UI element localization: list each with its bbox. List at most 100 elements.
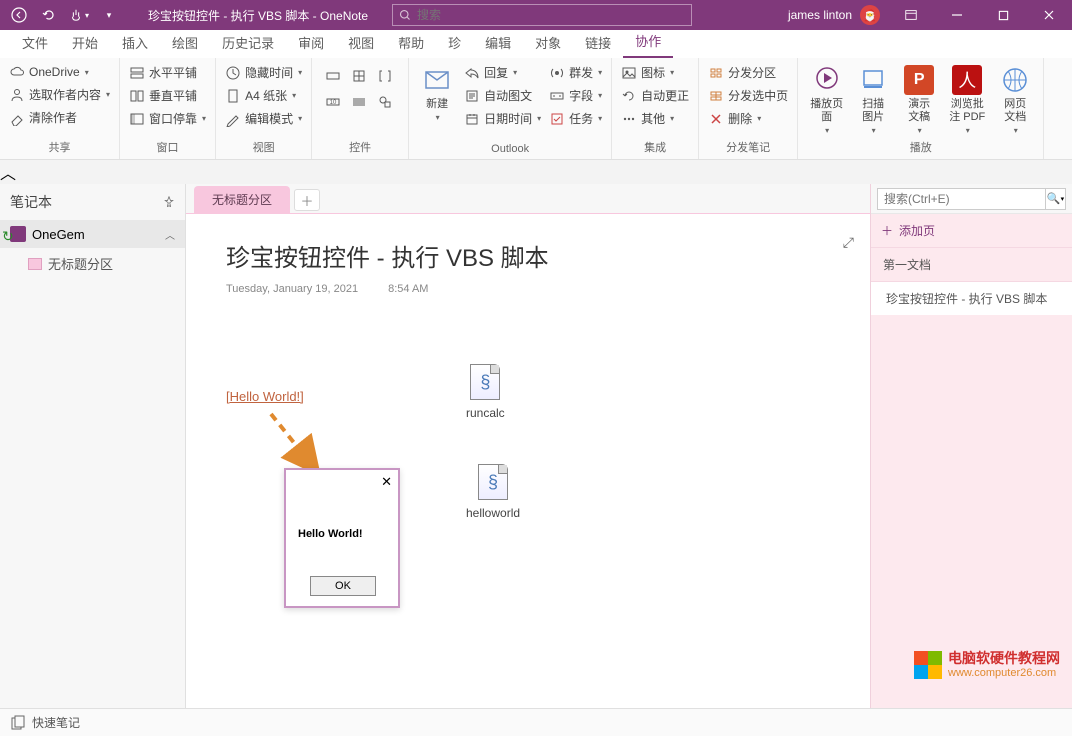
- ribbon-item[interactable]: 图标▾: [620, 62, 690, 83]
- counter-icon: 10: [325, 94, 341, 110]
- ribbon-big-ppt[interactable]: P演示文稿▾: [899, 62, 939, 137]
- touch-mode-button[interactable]: ▾: [66, 2, 92, 28]
- notebook-label: OneGem: [32, 227, 85, 242]
- ribbon-tab[interactable]: 帮助: [386, 28, 436, 58]
- ribbon-item[interactable]: A4 纸张▾: [224, 85, 303, 106]
- page-list-item-active[interactable]: 珍宝按钮控件 - 执行 VBS 脚本: [871, 282, 1072, 315]
- ribbon-big-scan[interactable]: 扫描图片▾: [853, 62, 893, 137]
- ribbon-control-field[interactable]: [324, 66, 344, 86]
- ribbon-item[interactable]: 隐藏时间▾: [224, 62, 303, 83]
- watermark-text1: 电脑软硬件教程网: [948, 650, 1060, 667]
- minimize-button[interactable]: [934, 0, 980, 30]
- ribbon-tab[interactable]: 对象: [523, 28, 573, 58]
- ribbon-tab[interactable]: 历史记录: [210, 28, 286, 58]
- ribbon-item[interactable]: OneDrive▾: [8, 62, 111, 82]
- ribbon-tab[interactable]: 插入: [110, 28, 160, 58]
- ribbon-item[interactable]: 任务▾: [548, 108, 603, 129]
- broadcast-icon: [549, 65, 565, 81]
- ribbon-big-pdf[interactable]: 人浏览批注 PDF▾: [945, 62, 989, 137]
- ribbon-tab[interactable]: 链接: [573, 28, 623, 58]
- quick-notes-label[interactable]: 快速笔记: [32, 714, 80, 731]
- section-item[interactable]: 无标题分区: [0, 248, 185, 279]
- ribbon-control-brackets[interactable]: [376, 66, 396, 86]
- ribbon-item[interactable]: 自动图文: [463, 85, 542, 106]
- popup-message: Hello World!: [298, 528, 363, 540]
- ribbon-item[interactable]: 自动更正: [620, 85, 690, 106]
- add-page-label: 添加页: [899, 222, 935, 239]
- ribbon-tab[interactable]: 视图: [336, 28, 386, 58]
- hello-world-link[interactable]: [Hello World!]: [226, 389, 304, 404]
- watermark-text2: www.computer26.com: [948, 667, 1060, 680]
- quick-notes-icon[interactable]: [10, 715, 26, 731]
- ribbon-item[interactable]: 删除▾: [707, 108, 789, 129]
- ribbon: OneDrive▾选取作者内容▾清除作者共享水平平铺垂直平铺窗口停靠▾窗口隐藏时…: [0, 58, 1072, 160]
- ribbon-item[interactable]: 群发▾: [548, 62, 603, 83]
- add-section-button[interactable]: ＋: [294, 189, 320, 211]
- section-tab-active[interactable]: 无标题分区: [194, 186, 290, 213]
- vbs-file-icon: §: [478, 464, 508, 500]
- ribbon-item[interactable]: 水平平铺: [128, 62, 207, 83]
- pages-search-input[interactable]: [877, 188, 1046, 210]
- pages-search-button[interactable]: 🔍▾: [1046, 188, 1066, 210]
- popup-close-button[interactable]: ✕: [381, 474, 392, 490]
- dist1-icon: [708, 65, 724, 81]
- user-area[interactable]: james linton 🎅: [788, 5, 888, 25]
- ribbon-tab[interactable]: 开始: [60, 28, 110, 58]
- ribbon-tab[interactable]: 编辑: [473, 28, 523, 58]
- ribbon-big-web[interactable]: 网页文档▾: [995, 62, 1035, 137]
- search-input[interactable]: [417, 8, 572, 22]
- ribbon-tab[interactable]: 文件: [10, 28, 60, 58]
- ribbon-item[interactable]: 回复▾: [463, 62, 542, 83]
- plus-icon: ＋: [881, 222, 893, 239]
- tile-v-icon: [129, 88, 145, 104]
- vbs-file-icon: §: [470, 364, 500, 400]
- ribbon-item[interactable]: 选取作者内容▾: [8, 84, 111, 105]
- expand-icon[interactable]: ⤢: [843, 234, 854, 251]
- ribbon-item[interactable]: 其他▾: [620, 108, 690, 129]
- ribbon-options-button[interactable]: [888, 0, 934, 30]
- page-canvas[interactable]: ⤢ 珍宝按钮控件 - 执行 VBS 脚本 Tuesday, January 19…: [186, 214, 870, 708]
- ribbon-control-grid[interactable]: [350, 66, 370, 86]
- web-icon: [999, 64, 1031, 96]
- ribbon-item[interactable]: 清除作者: [8, 107, 111, 128]
- back-button[interactable]: [6, 2, 32, 28]
- ribbon-group-label: 视图: [224, 137, 303, 157]
- add-page-button[interactable]: ＋ 添加页: [871, 214, 1072, 248]
- close-button[interactable]: [1026, 0, 1072, 30]
- ribbon-big-play[interactable]: 播放页面▾: [806, 62, 847, 137]
- maximize-button[interactable]: [980, 0, 1026, 30]
- ribbon-group: 播放页面▾扫描图片▾P演示文稿▾人浏览批注 PDF▾网页文档▾播放: [798, 58, 1044, 159]
- ribbon-item[interactable]: 日期时间▾: [463, 108, 542, 129]
- ribbon-tab[interactable]: 珍: [436, 28, 473, 58]
- ribbon-big-mail[interactable]: 新建▾: [417, 62, 457, 129]
- page-list-item[interactable]: 第一文档: [871, 248, 1072, 282]
- notebook-item[interactable]: OneGem ︿: [0, 220, 185, 248]
- ribbon-item[interactable]: 窗口停靠▾: [128, 108, 207, 129]
- ribbon-control-shapes[interactable]: [376, 92, 396, 112]
- pin-icon[interactable]: [163, 196, 175, 208]
- ribbon-item[interactable]: 字段▾: [548, 85, 603, 106]
- ribbon-item[interactable]: 分发分区: [707, 62, 789, 83]
- popup-ok-button[interactable]: OK: [310, 576, 376, 596]
- ribbon-collapse-button[interactable]: ︿: [0, 160, 1072, 184]
- ribbon-tab[interactable]: 审阅: [286, 28, 336, 58]
- section-icon: [28, 258, 42, 270]
- user-name: james linton: [788, 8, 852, 22]
- qat-customize-button[interactable]: ▾: [96, 2, 122, 28]
- status-bar: 快速笔记: [0, 708, 1072, 736]
- file-object-helloworld[interactable]: § helloworld: [466, 464, 520, 520]
- page-title[interactable]: 珍宝按钮控件 - 执行 VBS 脚本: [226, 238, 830, 273]
- search-box[interactable]: [392, 4, 692, 26]
- ribbon-item[interactable]: 编辑模式▾: [224, 108, 303, 129]
- ribbon-tab[interactable]: 协作: [623, 26, 673, 58]
- ribbon-item[interactable]: 分发选中页: [707, 85, 789, 106]
- ribbon-tab[interactable]: 绘图: [160, 28, 210, 58]
- file-object-runcalc[interactable]: § runcalc: [466, 364, 505, 420]
- refresh-icon: [621, 88, 637, 104]
- undo-button[interactable]: [36, 2, 62, 28]
- ribbon-control-barcode[interactable]: [350, 92, 370, 112]
- ribbon-item[interactable]: 垂直平铺: [128, 85, 207, 106]
- pencil-icon: [225, 111, 241, 127]
- notebook-sidebar: 笔记本 OneGem ︿ ↻ 无标题分区: [0, 184, 186, 708]
- ribbon-control-counter[interactable]: 10: [324, 92, 344, 112]
